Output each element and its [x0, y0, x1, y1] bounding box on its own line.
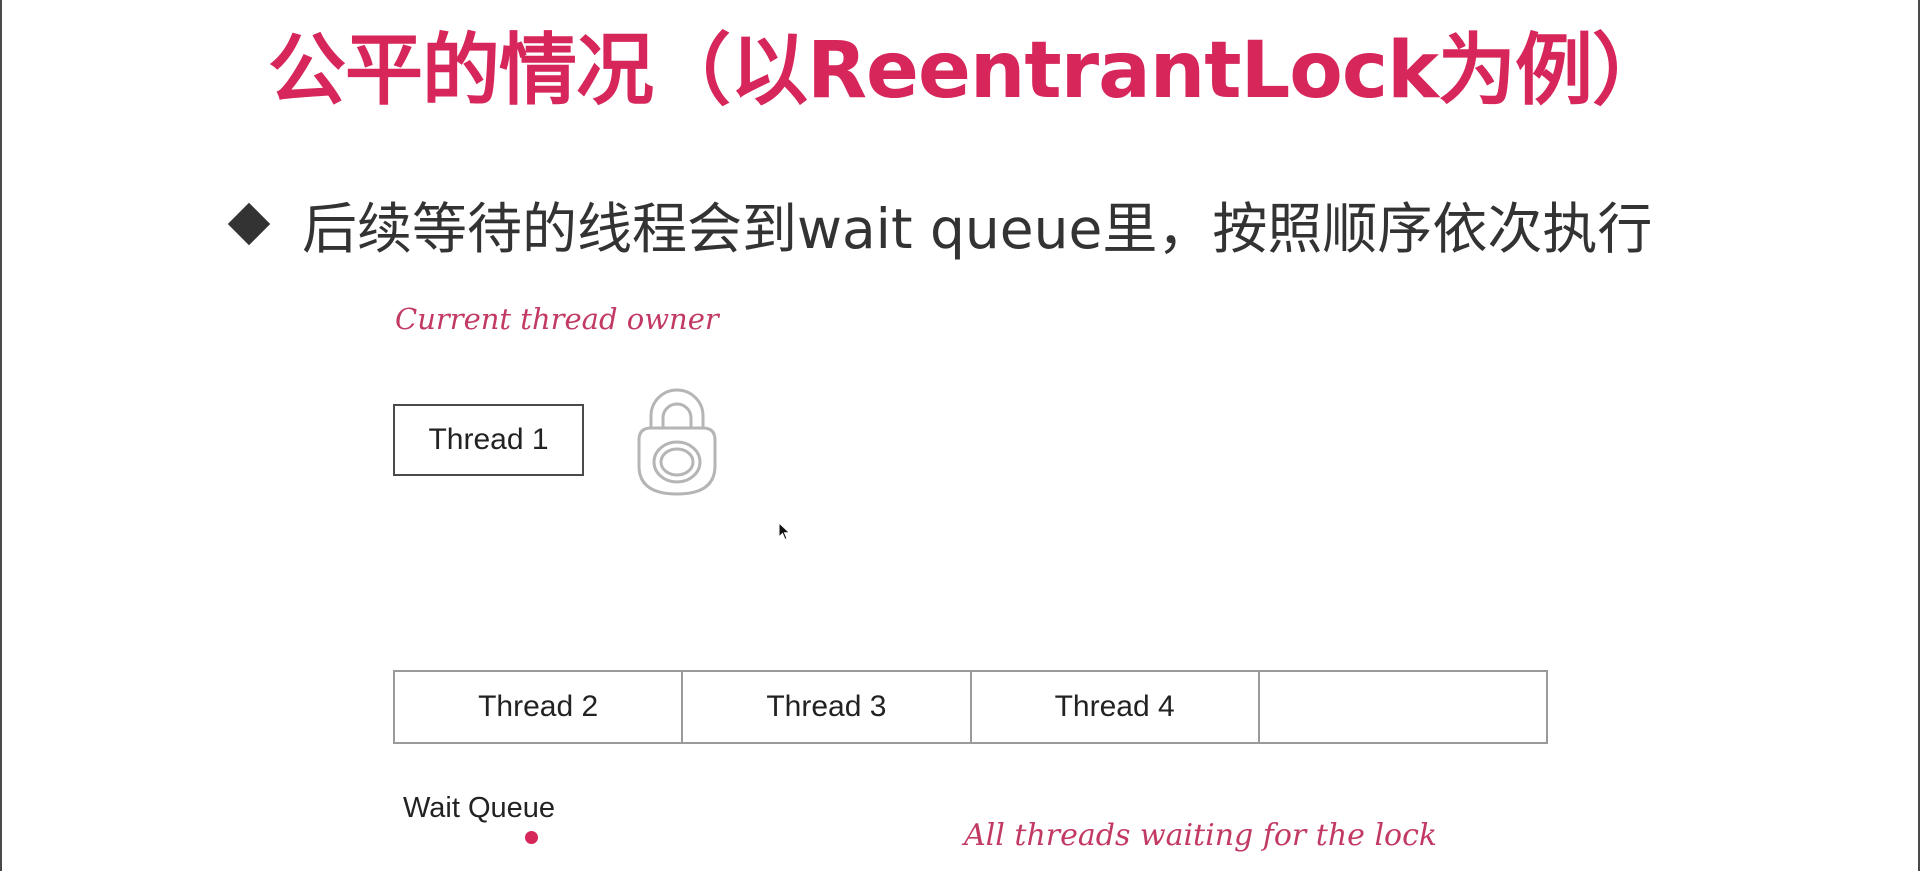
padlock-icon: [637, 388, 717, 496]
waiting-threads-label: All threads waiting for the lock: [964, 818, 1438, 853]
diamond-bullet-icon: [227, 202, 271, 246]
wait-queue-label: Wait Queue: [403, 792, 556, 824]
queue-cell-thread-4: Thread 4: [972, 672, 1260, 742]
current-owner-label: Current thread owner: [395, 302, 719, 336]
owner-thread-box: Thread 1: [393, 404, 584, 476]
mouse-pointer-icon: [778, 522, 791, 541]
queue-cell-thread-3: Thread 3: [683, 672, 972, 742]
queue-cell-thread-2: Thread 2: [395, 672, 684, 742]
wait-queue: Thread 2 Thread 3 Thread 4: [393, 670, 1548, 744]
queue-cell-empty: [1260, 672, 1546, 742]
pointer-dot: [525, 831, 538, 844]
bullet-text: 后续等待的线程会到wait queue里，按照顺序依次执行: [302, 197, 1653, 261]
bullet-point: 后续等待的线程会到wait queue里，按照顺序依次执行: [227, 184, 1653, 264]
slide-title: 公平的情况（以ReentrantLock为例）: [268, 26, 1670, 116]
slide: 公平的情况（以ReentrantLock为例） 后续等待的线程会到wait qu…: [0, 0, 1920, 871]
